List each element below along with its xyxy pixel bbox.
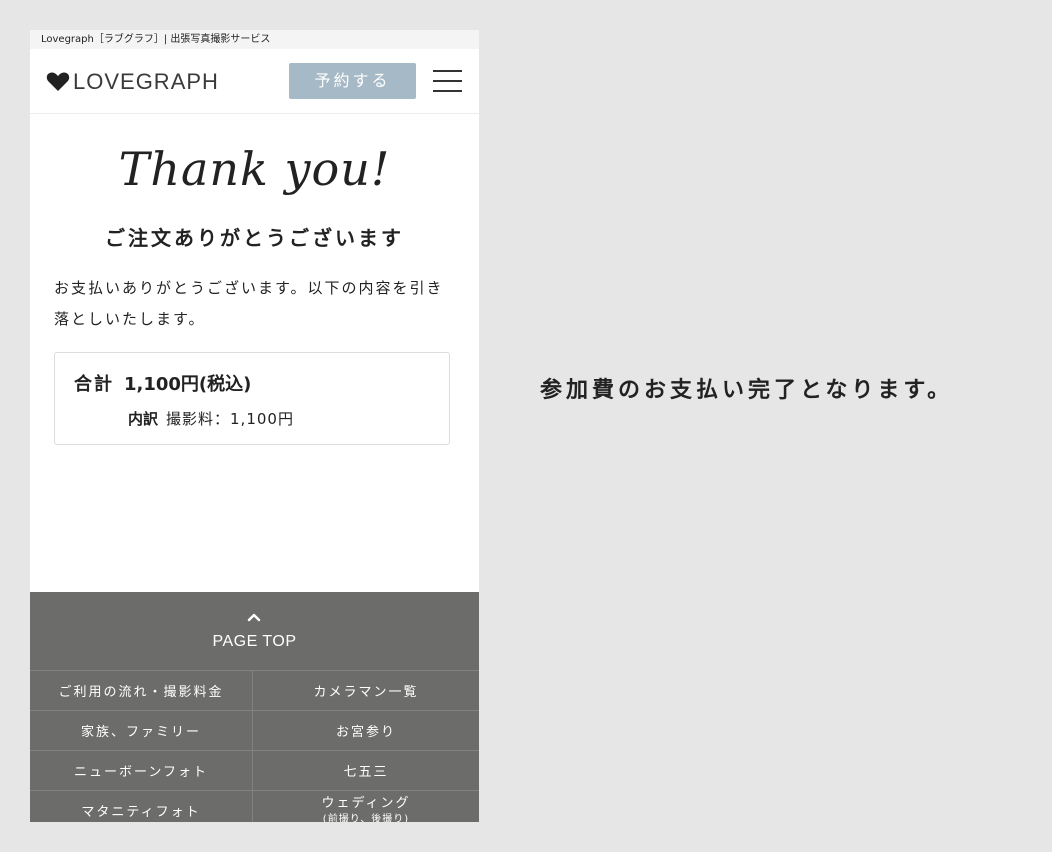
hamburger-menu-icon[interactable] (433, 70, 462, 92)
total-line: 合計 1,100円(税込) (74, 370, 251, 396)
site-title-bar: Lovegraph［ラブグラフ］| 出張写真撮影サービス (30, 30, 479, 49)
page-top-button[interactable]: PAGE TOP (30, 592, 479, 671)
site-header: LOVEGRAPH 予約する (30, 49, 479, 114)
thank-you-title: Thank you! (118, 142, 391, 196)
footer-link-wedding[interactable]: ウェディング (前撮り、後撮り) (253, 791, 479, 822)
footer-link-newborn[interactable]: ニューボーンフォト (30, 751, 253, 791)
chevron-up-icon (247, 613, 261, 622)
reserve-button[interactable]: 予約する (289, 63, 416, 99)
wedding-sub-label: (前撮り、後撮り) (322, 814, 410, 822)
page-top-label: PAGE TOP (212, 633, 297, 650)
footer-link-shichigosan[interactable]: 七五三 (253, 751, 479, 791)
payment-message: お支払いありがとうございます。以下の内容を引き落としいたします。 (54, 279, 444, 328)
footer-link-omiyamairi[interactable]: お宮参り (253, 711, 479, 751)
total-summary: 合計 1,100円(税込) 内訳 撮影料：1,100円 (54, 352, 450, 445)
logo[interactable]: LOVEGRAPH (46, 69, 219, 95)
heart-icon (46, 72, 70, 91)
footer-nav: ご利用の流れ・撮影料金 カメラマン一覧 家族、ファミリー お宮参り ニューボーン… (30, 671, 479, 822)
logo-text: LOVEGRAPH (73, 69, 219, 94)
order-complete-heading: ご注文ありがとうございます (105, 226, 404, 250)
footer-link-family[interactable]: 家族、ファミリー (30, 711, 253, 751)
footer-link-maternity[interactable]: マタニティフォト (30, 791, 253, 822)
total-label: 合計 (74, 374, 114, 395)
total-amount: 1,100円(税込) (124, 374, 252, 395)
footer-link-photographers[interactable]: カメラマン一覧 (253, 671, 479, 711)
breakdown-label: 内訳 (128, 410, 159, 428)
mobile-page: Lovegraph［ラブグラフ］| 出張写真撮影サービス LOVEGRAPH 予… (30, 30, 479, 822)
payment-complete-caption: 参加費のお支払い完了となります。 (540, 378, 954, 403)
footer-link-flow-pricing[interactable]: ご利用の流れ・撮影料金 (30, 671, 253, 711)
wedding-label: ウェディング (321, 796, 411, 811)
site-footer: PAGE TOP ご利用の流れ・撮影料金 カメラマン一覧 家族、ファミリー お宮… (30, 592, 479, 822)
breakdown-line: 内訳 撮影料：1,100円 (128, 408, 294, 429)
breakdown-value: 撮影料：1,100円 (166, 410, 294, 428)
